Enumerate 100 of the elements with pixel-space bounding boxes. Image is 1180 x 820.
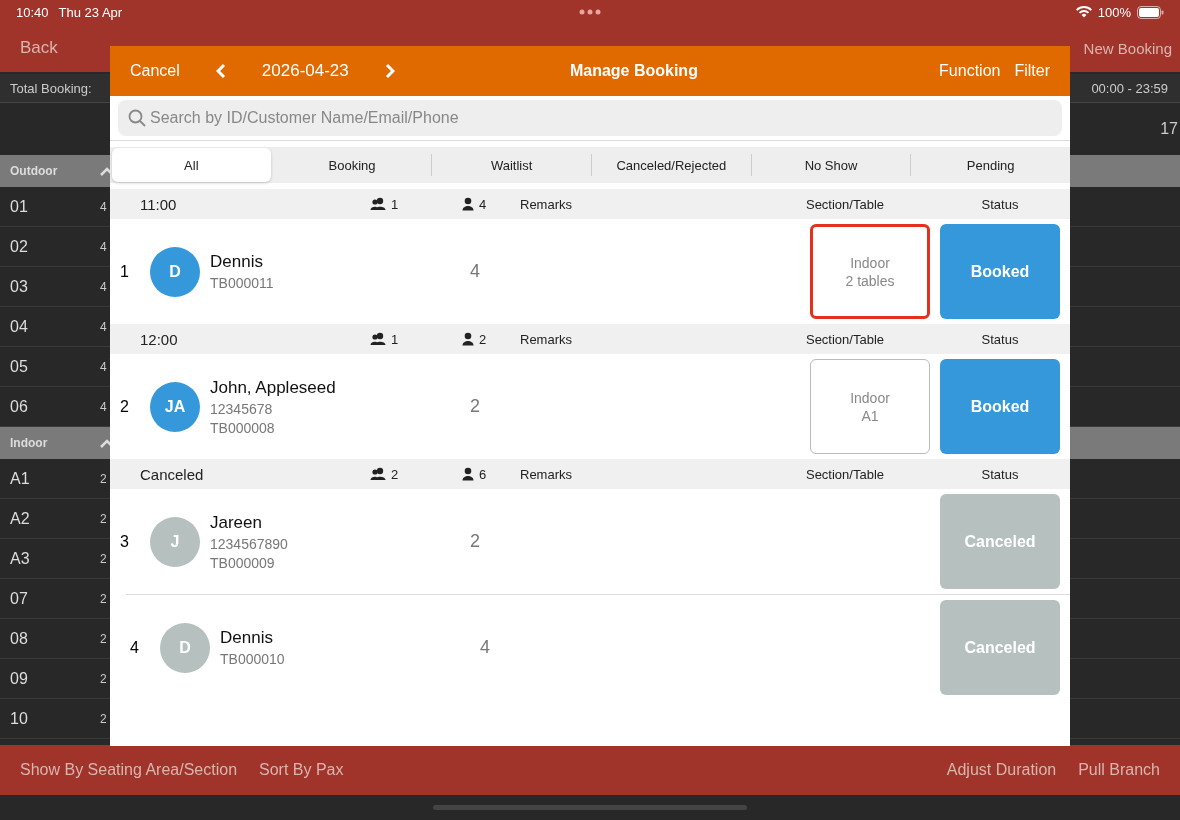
table-capacity: 2 [100, 551, 107, 566]
row-number: 3 [119, 532, 130, 551]
status-date: Thu 23 Apr [58, 4, 123, 20]
table-name: 04 [10, 317, 29, 336]
pax-count: 4 [470, 261, 481, 282]
table-capacity: 2 [100, 711, 107, 726]
people-icon [370, 332, 386, 346]
dialog-title: Manage Booking [568, 62, 699, 80]
guest-count: 2 [479, 331, 487, 347]
status-time: 10:40 [16, 4, 49, 20]
table-name: 01 [10, 197, 29, 216]
battery-percent: 100% [1097, 4, 1131, 20]
section-table-heading: Section/Table [804, 331, 886, 347]
table-capacity: 4 [100, 279, 107, 294]
avatar: JA [150, 381, 200, 432]
booking-id: TB000010 [220, 651, 286, 667]
filter-tab[interactable]: Pending [910, 154, 1070, 176]
table-name: 06 [10, 397, 29, 416]
chevron-right-icon[interactable] [384, 63, 395, 79]
bottom-bar-button[interactable]: Adjust Duration [946, 761, 1057, 779]
status-heading: Status [980, 466, 1020, 482]
avatar: D [160, 622, 210, 673]
bottom-bar-button[interactable]: Pull Branch [1078, 761, 1160, 779]
table-name: A1 [10, 469, 31, 488]
table-capacity: 4 [100, 359, 107, 374]
remarks-heading: Remarks [520, 466, 573, 482]
bottom-bar-button[interactable]: Sort By Pax [259, 761, 344, 779]
section-table-button[interactable]: Indoor 2 tables [810, 224, 930, 319]
new-booking-button[interactable]: New Booking [1083, 39, 1172, 57]
party-count: 1 [391, 196, 399, 212]
customer-name: Dennis [210, 252, 264, 272]
cancel-button[interactable]: Cancel [130, 62, 180, 80]
avatar: D [150, 246, 200, 297]
table-capacity: 2 [100, 591, 107, 606]
guest-count: 6 [479, 466, 487, 482]
row-number: 2 [119, 397, 130, 416]
table-capacity: 4 [100, 399, 107, 414]
group-title: Canceled [139, 465, 205, 483]
table-name: 10 [10, 709, 29, 728]
person-icon [462, 467, 474, 481]
status-heading: Status [980, 196, 1020, 212]
pax-count: 2 [470, 396, 481, 417]
wifi-icon [1075, 6, 1092, 18]
filter-tab[interactable]: Booking [272, 154, 432, 176]
status-button[interactable]: Canceled [940, 600, 1060, 695]
booking-id: TB000008 [210, 419, 276, 436]
customer-name: Dennis [220, 628, 274, 648]
status-button[interactable]: Booked [940, 224, 1060, 319]
group-title: 12:00 [139, 330, 179, 348]
section-table-button[interactable]: Indoor A1 [810, 359, 930, 454]
filter-tab[interactable]: Waitlist [431, 154, 591, 176]
table-name: 03 [10, 277, 29, 296]
avatar: J [150, 516, 200, 567]
header-action-button[interactable]: Filter [1014, 62, 1050, 80]
filter-tab[interactable]: All [112, 148, 271, 182]
search-field[interactable]: Search by ID/Customer Name/Email/Phone [118, 100, 1062, 136]
hour-label: 17 [1160, 120, 1178, 138]
back-button[interactable]: Back [20, 38, 58, 58]
total-booking-label: Total Booking: [10, 80, 92, 96]
booking-id: TB000009 [210, 554, 276, 571]
date-label: 2026-04-23 [261, 61, 349, 81]
guest-count: 4 [479, 196, 487, 212]
table-capacity: 2 [100, 631, 107, 646]
row-number: 4 [129, 638, 140, 657]
battery-icon [1137, 5, 1164, 19]
pax-count: 2 [470, 531, 481, 552]
customer-phone: 1234567890 [210, 535, 289, 552]
chevron-left-icon[interactable] [215, 63, 226, 79]
remarks-heading: Remarks [520, 196, 573, 212]
remarks-heading: Remarks [520, 331, 573, 347]
people-icon [370, 467, 386, 481]
more-dots-icon [579, 9, 601, 15]
bottom-bar-button[interactable]: Show By Seating Area/Section [20, 761, 238, 779]
table-name: A2 [10, 509, 31, 528]
table-capacity: 2 [100, 511, 107, 526]
table-name: A3 [10, 549, 31, 568]
table-capacity: 4 [100, 239, 107, 254]
party-count: 1 [391, 331, 399, 347]
table-capacity: 2 [100, 471, 107, 486]
table-name: 02 [10, 237, 29, 256]
table-name: 05 [10, 357, 29, 376]
table-name: 08 [10, 629, 29, 648]
booking-id: TB000011 [210, 275, 275, 291]
people-icon [370, 197, 386, 211]
status-button[interactable]: Booked [940, 359, 1060, 454]
person-icon [462, 197, 474, 211]
row-number: 1 [119, 262, 130, 281]
customer-name: John, Appleseed [210, 377, 337, 398]
table-capacity: 2 [100, 671, 107, 686]
status-button[interactable]: Canceled [940, 494, 1060, 589]
person-icon [462, 332, 474, 346]
table-name: 09 [10, 669, 29, 688]
time-range: 00:00 - 23:59 [1091, 80, 1168, 96]
section-table-heading: Section/Table [804, 466, 886, 482]
filter-tab[interactable]: No Show [750, 154, 911, 176]
status-heading: Status [980, 331, 1020, 347]
party-count: 2 [391, 466, 399, 482]
table-capacity: 4 [100, 199, 107, 214]
header-action-button[interactable]: Function [939, 62, 1001, 80]
filter-tab[interactable]: Canceled/Rejected [591, 154, 751, 176]
